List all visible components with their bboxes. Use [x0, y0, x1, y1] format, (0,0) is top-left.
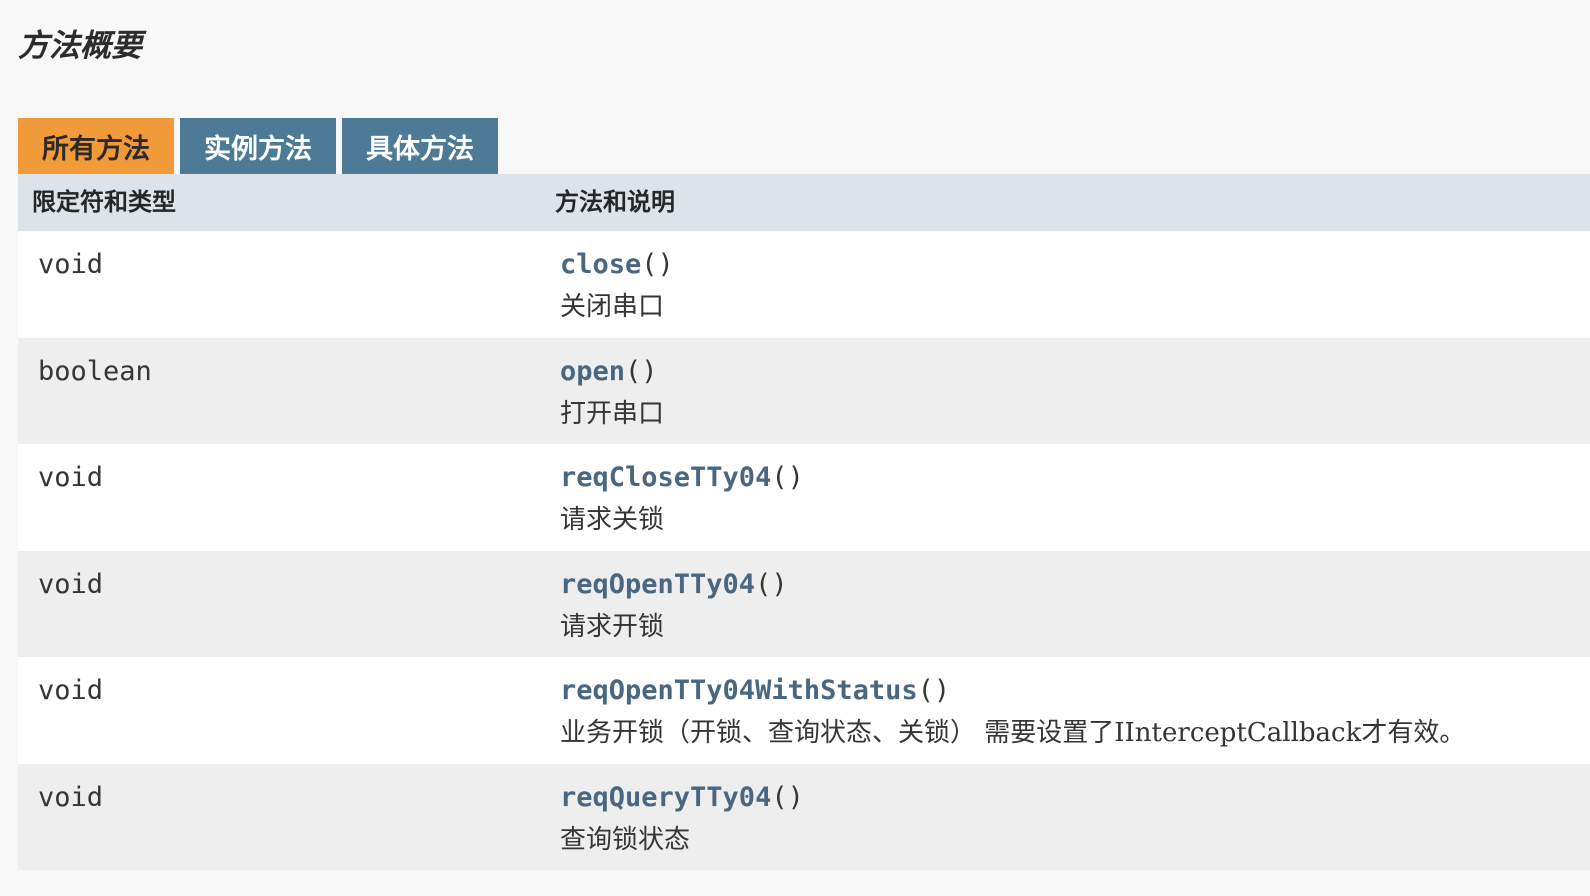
method-parens: ()	[641, 249, 674, 280]
return-type: void	[38, 568, 104, 600]
table-row: boolean open() 打开串口	[18, 337, 1590, 444]
column-header-method-description: 方法和说明	[555, 188, 675, 216]
method-cell: reqOpenTTy04() 请求开锁	[560, 565, 788, 649]
tab-concrete-methods[interactable]: 具体方法	[342, 118, 498, 174]
table-row: void reqOpenTTy04WithStatus() 业务开锁（开锁、查询…	[18, 657, 1590, 764]
method-link-reqopentty04withstatus[interactable]: reqOpenTTy04WithStatus	[560, 675, 918, 706]
page-title: 方法概要	[18, 28, 142, 64]
method-signature: reqQueryTTy04()	[560, 778, 804, 818]
method-summary-table: 限定符和类型 方法和说明 void close() 关闭串口 boolean o…	[18, 174, 1590, 870]
return-type: boolean	[38, 355, 152, 387]
method-link-reqclosetty04[interactable]: reqCloseTTy04	[560, 462, 771, 493]
method-signature: open()	[560, 352, 664, 392]
method-link-reqopentty04[interactable]: reqOpenTTy04	[560, 569, 755, 600]
tab-instance-methods[interactable]: 实例方法	[180, 118, 336, 174]
return-type: void	[38, 249, 104, 280]
method-link-reqquerytty04[interactable]: reqQueryTTy04	[560, 782, 771, 813]
table-row: void reqCloseTTy04() 请求关锁	[18, 444, 1590, 551]
method-link-close[interactable]: close	[560, 249, 641, 280]
return-type: void	[38, 781, 104, 813]
tab-all-methods[interactable]: 所有方法	[18, 118, 174, 174]
column-header-modifier-type: 限定符和类型	[32, 188, 176, 216]
method-description: 业务开锁（开锁、查询状态、关锁） 需要设置了IInterceptCallback…	[560, 718, 1466, 748]
method-description: 请求关锁	[560, 505, 665, 535]
method-description: 查询锁状态	[560, 824, 691, 855]
method-signature: reqOpenTTy04WithStatus()	[560, 671, 1465, 711]
table-row: void reqOpenTTy04() 请求开锁	[18, 550, 1590, 657]
method-parens: ()	[771, 462, 804, 493]
method-cell: reqQueryTTy04() 查询锁状态	[560, 778, 804, 862]
method-parens: ()	[771, 781, 804, 813]
method-cell: close() 关闭串口	[560, 245, 674, 329]
method-signature: close()	[560, 245, 674, 285]
table-header: 限定符和类型 方法和说明	[18, 174, 1590, 231]
method-description: 打开串口	[560, 398, 665, 429]
method-parens: ()	[625, 355, 658, 387]
method-parens: ()	[917, 675, 951, 706]
table-row: void reqQueryTTy04() 查询锁状态	[18, 763, 1590, 870]
method-cell: reqCloseTTy04() 请求关锁	[560, 458, 804, 542]
method-tabs: 所有方法 实例方法 具体方法	[18, 118, 504, 174]
return-type: void	[38, 675, 104, 706]
return-type: void	[38, 462, 104, 493]
method-cell: reqOpenTTy04WithStatus() 业务开锁（开锁、查询状态、关锁…	[560, 671, 1465, 755]
method-signature: reqCloseTTy04()	[560, 458, 804, 498]
method-link-open[interactable]: open	[560, 356, 625, 387]
method-signature: reqOpenTTy04()	[560, 565, 788, 605]
method-cell: open() 打开串口	[560, 352, 664, 436]
method-description: 关闭串口	[560, 292, 665, 322]
method-parens: ()	[755, 568, 788, 600]
method-description: 请求开锁	[560, 611, 665, 642]
table-row: void close() 关闭串口	[18, 231, 1590, 338]
